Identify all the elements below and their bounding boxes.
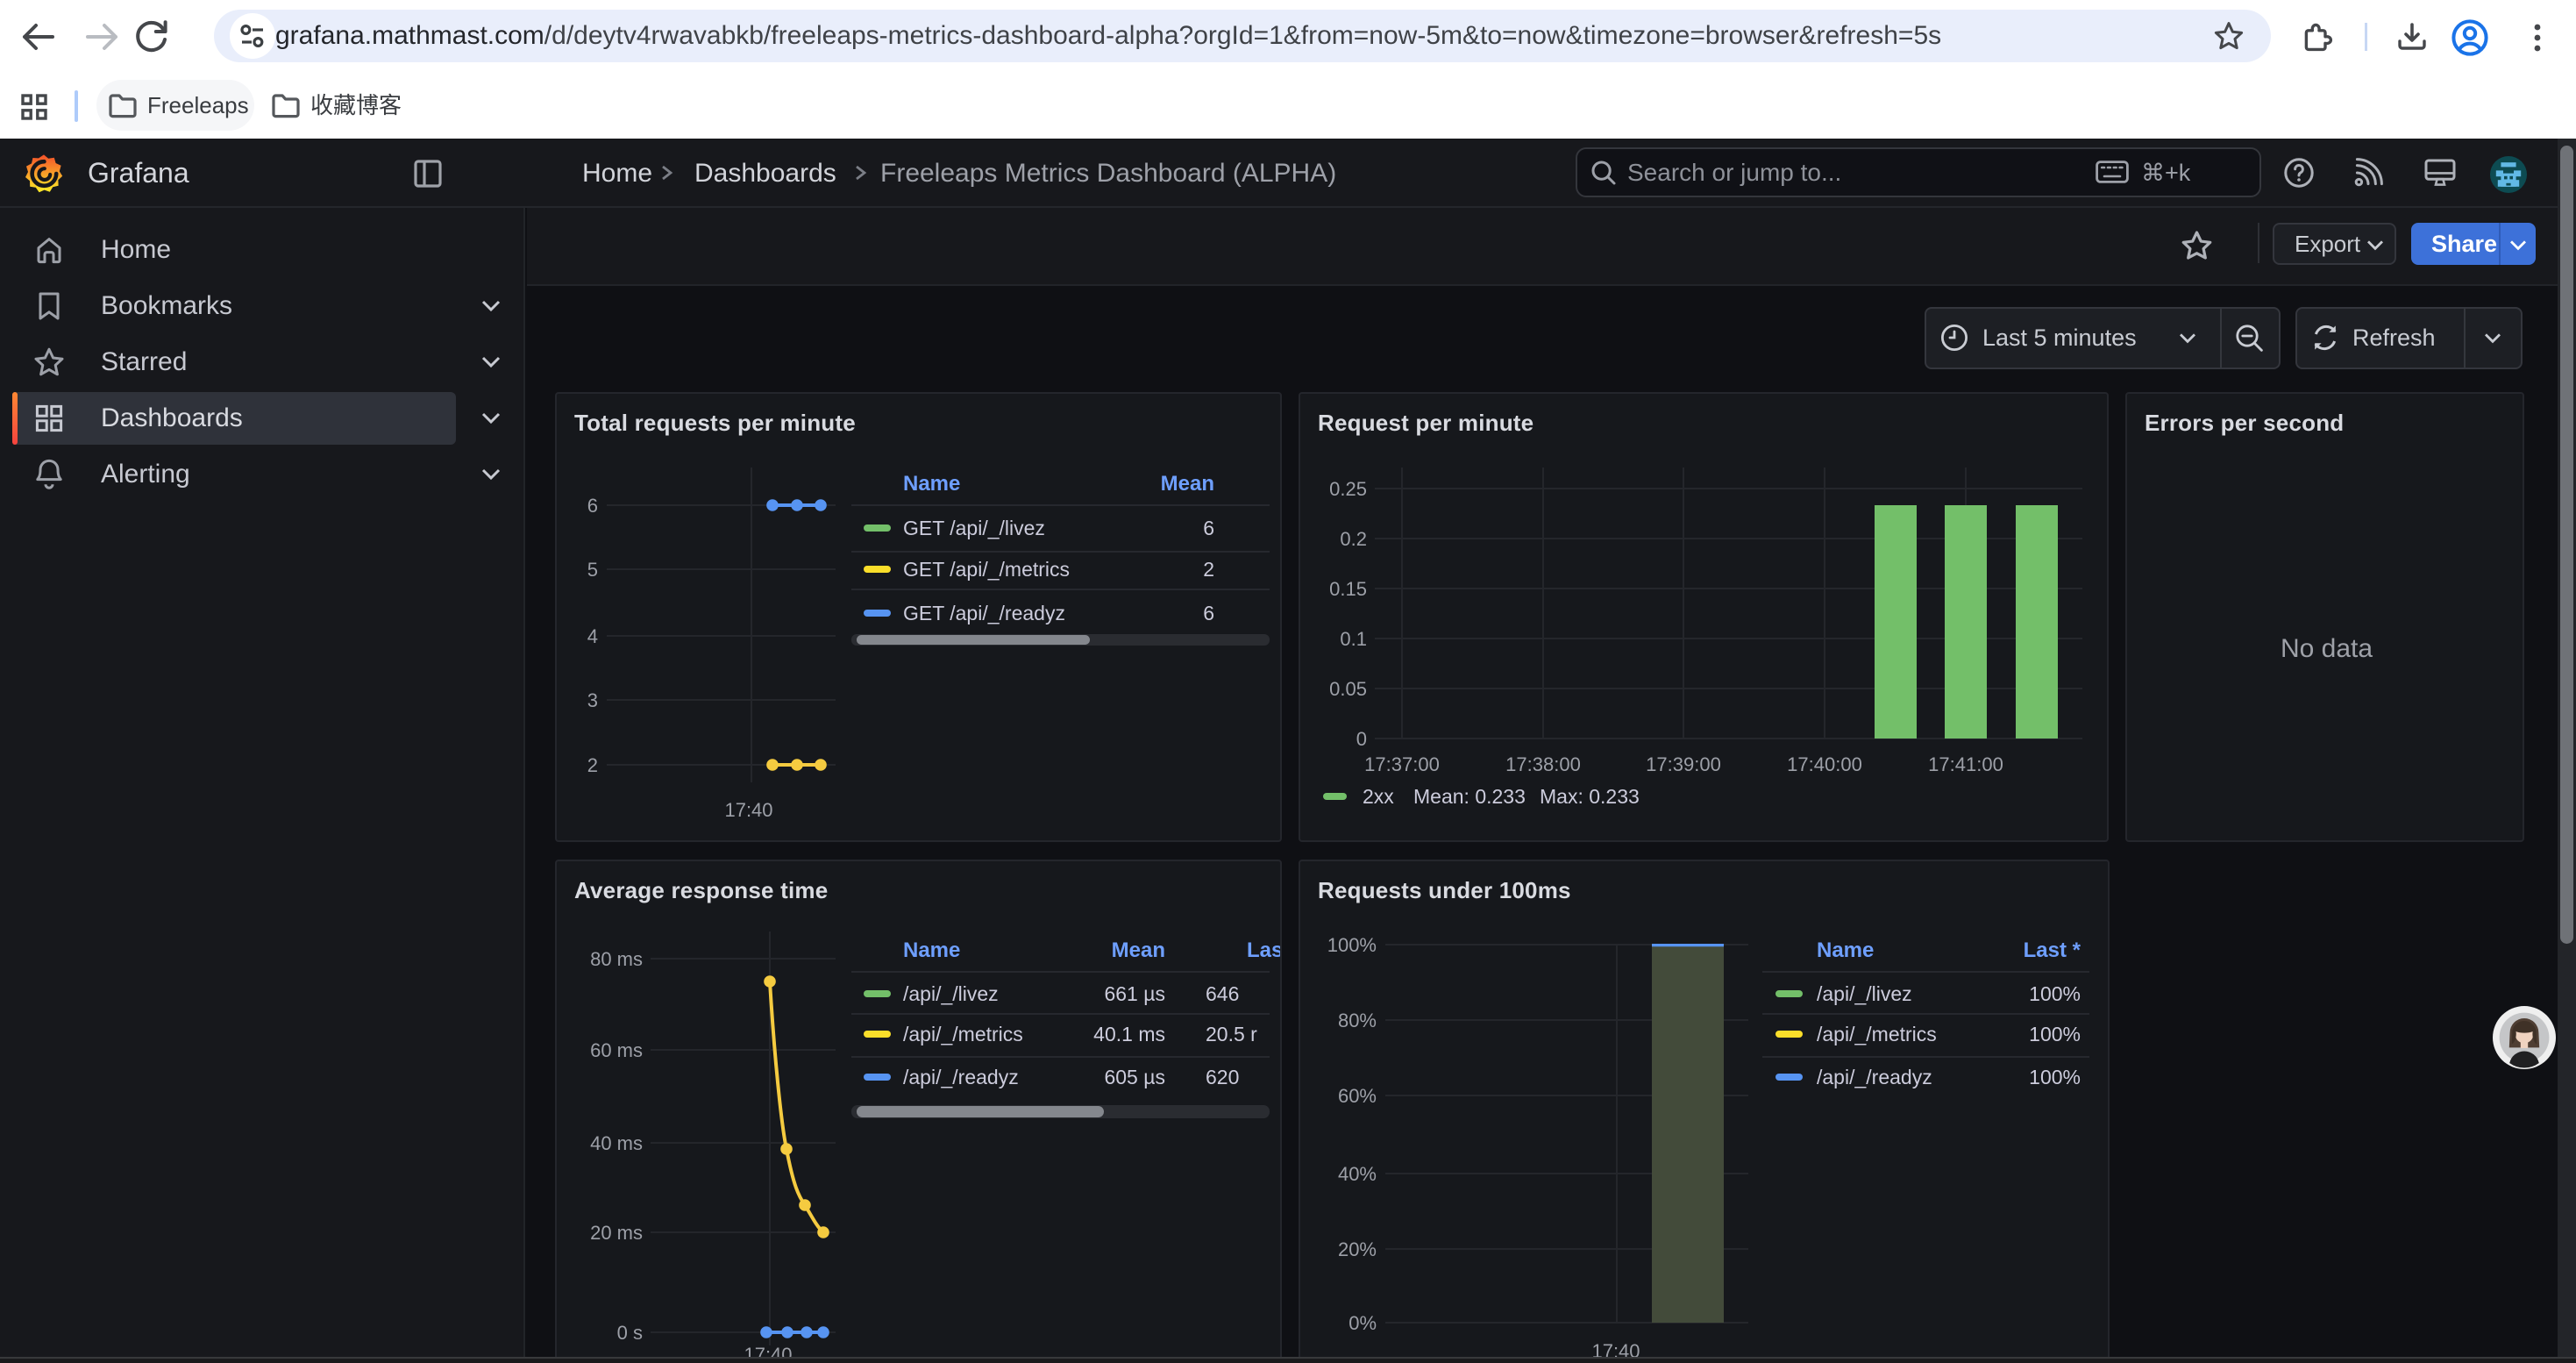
svg-text:Last *: Last * bbox=[2024, 938, 2081, 962]
svg-text:100%: 100% bbox=[2029, 1066, 2081, 1088]
svg-text:17:41:00: 17:41:00 bbox=[1928, 753, 2003, 775]
svg-text:Mean: Mean bbox=[1112, 938, 1165, 962]
svg-text:0.05: 0.05 bbox=[1329, 678, 1367, 700]
svg-text:3: 3 bbox=[587, 689, 598, 711]
svg-text:6: 6 bbox=[1203, 517, 1214, 539]
svg-text:/api/_/metrics: /api/_/metrics bbox=[1817, 1023, 1937, 1045]
svg-text:6: 6 bbox=[1203, 602, 1214, 624]
svg-text:/api/_/livez: /api/_/livez bbox=[1817, 982, 1912, 1005]
svg-text:GET /api/_/metrics: GET /api/_/metrics bbox=[903, 558, 1070, 581]
svg-text:20 ms: 20 ms bbox=[590, 1222, 643, 1244]
svg-text:605 µs: 605 µs bbox=[1104, 1066, 1165, 1088]
svg-text:GET /api/_/livez: GET /api/_/livez bbox=[903, 517, 1045, 539]
svg-text:17:38:00: 17:38:00 bbox=[1505, 753, 1581, 775]
svg-text:/api/_/livez: /api/_/livez bbox=[903, 982, 999, 1005]
svg-text:5: 5 bbox=[587, 559, 598, 581]
svg-text:Mean: 0.233: Mean: 0.233 bbox=[1413, 785, 1526, 808]
svg-text:40%: 40% bbox=[1338, 1163, 1377, 1185]
svg-text:0%: 0% bbox=[1348, 1312, 1377, 1334]
svg-text:620: 620 bbox=[1206, 1066, 1239, 1088]
svg-text:2: 2 bbox=[587, 754, 598, 776]
svg-text:Name: Name bbox=[903, 938, 960, 962]
svg-text:40.1 ms: 40.1 ms bbox=[1093, 1023, 1165, 1045]
svg-text:/api/_/metrics: /api/_/metrics bbox=[903, 1023, 1023, 1045]
svg-text:646: 646 bbox=[1206, 982, 1239, 1005]
svg-text:2: 2 bbox=[1203, 558, 1214, 581]
svg-text:20%: 20% bbox=[1338, 1238, 1377, 1260]
svg-text:20.5 r: 20.5 r bbox=[1206, 1023, 1257, 1045]
svg-text:661 µs: 661 µs bbox=[1104, 982, 1165, 1005]
svg-text:17:37:00: 17:37:00 bbox=[1364, 753, 1440, 775]
svg-text:Last *: Last * bbox=[1247, 938, 1282, 962]
svg-text:/api/_/readyz: /api/_/readyz bbox=[1817, 1066, 1932, 1088]
svg-text:Max: 0.233: Max: 0.233 bbox=[1540, 785, 1640, 808]
svg-text:17:40:00: 17:40:00 bbox=[1787, 753, 1862, 775]
svg-text:Name: Name bbox=[903, 472, 960, 496]
svg-text:0.2: 0.2 bbox=[1340, 528, 1367, 550]
svg-text:0.1: 0.1 bbox=[1340, 628, 1367, 650]
svg-text:4: 4 bbox=[587, 625, 598, 647]
svg-text:40 ms: 40 ms bbox=[590, 1132, 643, 1154]
svg-text:80 ms: 80 ms bbox=[590, 948, 643, 970]
svg-text:Name: Name bbox=[1817, 938, 1874, 962]
svg-text:100%: 100% bbox=[1327, 934, 1377, 956]
svg-text:0.15: 0.15 bbox=[1329, 578, 1367, 600]
svg-text:2xx: 2xx bbox=[1363, 785, 1394, 808]
svg-text:100%: 100% bbox=[2029, 1023, 2081, 1045]
svg-text:Mean: Mean bbox=[1161, 472, 1214, 496]
svg-text:0: 0 bbox=[1356, 728, 1367, 750]
svg-text:17:39:00: 17:39:00 bbox=[1646, 753, 1721, 775]
svg-text:GET /api/_/readyz: GET /api/_/readyz bbox=[903, 602, 1065, 624]
svg-text:0 s: 0 s bbox=[617, 1322, 643, 1344]
svg-text:/api/_/readyz: /api/_/readyz bbox=[903, 1066, 1019, 1088]
svg-text:60 ms: 60 ms bbox=[590, 1039, 643, 1061]
svg-text:60%: 60% bbox=[1338, 1085, 1377, 1107]
svg-text:6: 6 bbox=[587, 495, 598, 517]
svg-text:0.25: 0.25 bbox=[1329, 478, 1367, 500]
svg-text:17:40: 17:40 bbox=[724, 799, 772, 821]
svg-text:100%: 100% bbox=[2029, 982, 2081, 1005]
svg-text:80%: 80% bbox=[1338, 1010, 1377, 1031]
